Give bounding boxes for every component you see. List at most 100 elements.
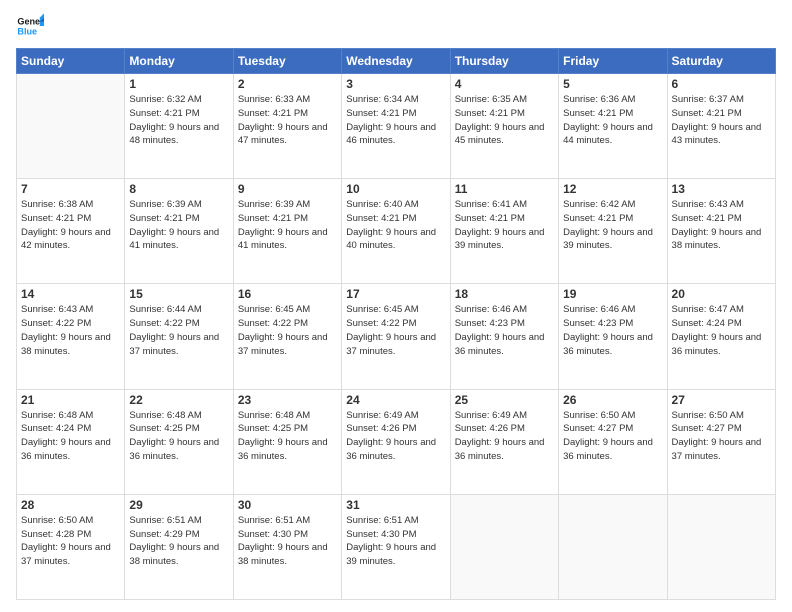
day-number: 8 [129,182,228,196]
calendar-cell: 13 Sunrise: 6:43 AM Sunset: 4:21 PM Dayli… [667,179,775,284]
day-info: Sunrise: 6:41 AM Sunset: 4:21 PM Dayligh… [455,198,554,253]
day-info: Sunrise: 6:39 AM Sunset: 4:21 PM Dayligh… [129,198,228,253]
day-info: Sunrise: 6:42 AM Sunset: 4:21 PM Dayligh… [563,198,662,253]
calendar-cell: 20 Sunrise: 6:47 AM Sunset: 4:24 PM Dayli… [667,284,775,389]
day-info: Sunrise: 6:38 AM Sunset: 4:21 PM Dayligh… [21,198,120,253]
calendar-table: SundayMondayTuesdayWednesdayThursdayFrid… [16,48,776,600]
day-of-week-header: Wednesday [342,49,450,74]
calendar-cell: 11 Sunrise: 6:41 AM Sunset: 4:21 PM Dayli… [450,179,558,284]
calendar-cell: 18 Sunrise: 6:46 AM Sunset: 4:23 PM Dayli… [450,284,558,389]
day-info: Sunrise: 6:44 AM Sunset: 4:22 PM Dayligh… [129,303,228,358]
header: General Blue [16,12,776,40]
calendar-cell: 4 Sunrise: 6:35 AM Sunset: 4:21 PM Daylig… [450,74,558,179]
day-number: 3 [346,77,445,91]
day-number: 18 [455,287,554,301]
day-number: 27 [672,393,771,407]
day-info: Sunrise: 6:51 AM Sunset: 4:30 PM Dayligh… [238,514,337,569]
day-info: Sunrise: 6:43 AM Sunset: 4:21 PM Dayligh… [672,198,771,253]
calendar-cell: 31 Sunrise: 6:51 AM Sunset: 4:30 PM Dayli… [342,494,450,599]
day-number: 9 [238,182,337,196]
day-of-week-header: Thursday [450,49,558,74]
day-number: 15 [129,287,228,301]
day-info: Sunrise: 6:50 AM Sunset: 4:27 PM Dayligh… [672,409,771,464]
day-info: Sunrise: 6:47 AM Sunset: 4:24 PM Dayligh… [672,303,771,358]
day-number: 21 [21,393,120,407]
day-info: Sunrise: 6:50 AM Sunset: 4:27 PM Dayligh… [563,409,662,464]
calendar-cell: 19 Sunrise: 6:46 AM Sunset: 4:23 PM Dayli… [559,284,667,389]
day-number: 22 [129,393,228,407]
day-info: Sunrise: 6:32 AM Sunset: 4:21 PM Dayligh… [129,93,228,148]
calendar-cell [559,494,667,599]
day-number: 25 [455,393,554,407]
calendar-cell: 16 Sunrise: 6:45 AM Sunset: 4:22 PM Dayli… [233,284,341,389]
day-info: Sunrise: 6:45 AM Sunset: 4:22 PM Dayligh… [346,303,445,358]
day-number: 28 [21,498,120,512]
day-info: Sunrise: 6:48 AM Sunset: 4:24 PM Dayligh… [21,409,120,464]
calendar-cell: 29 Sunrise: 6:51 AM Sunset: 4:29 PM Dayli… [125,494,233,599]
day-info: Sunrise: 6:46 AM Sunset: 4:23 PM Dayligh… [563,303,662,358]
calendar-week-row: 28 Sunrise: 6:50 AM Sunset: 4:28 PM Dayli… [17,494,776,599]
calendar-cell: 28 Sunrise: 6:50 AM Sunset: 4:28 PM Dayli… [17,494,125,599]
day-number: 4 [455,77,554,91]
day-info: Sunrise: 6:34 AM Sunset: 4:21 PM Dayligh… [346,93,445,148]
day-number: 29 [129,498,228,512]
calendar-cell: 26 Sunrise: 6:50 AM Sunset: 4:27 PM Dayli… [559,389,667,494]
calendar-cell [17,74,125,179]
calendar-cell: 25 Sunrise: 6:49 AM Sunset: 4:26 PM Dayli… [450,389,558,494]
calendar-cell: 10 Sunrise: 6:40 AM Sunset: 4:21 PM Dayli… [342,179,450,284]
day-info: Sunrise: 6:36 AM Sunset: 4:21 PM Dayligh… [563,93,662,148]
day-info: Sunrise: 6:37 AM Sunset: 4:21 PM Dayligh… [672,93,771,148]
day-of-week-header: Sunday [17,49,125,74]
day-number: 24 [346,393,445,407]
calendar-cell: 22Sunrise: 6:48 AM Sunset: 4:25 PM Dayli… [125,389,233,494]
calendar-cell: 8 Sunrise: 6:39 AM Sunset: 4:21 PM Daylig… [125,179,233,284]
day-number: 12 [563,182,662,196]
day-number: 10 [346,182,445,196]
calendar-week-row: 14 Sunrise: 6:43 AM Sunset: 4:22 PM Dayli… [17,284,776,389]
day-number: 20 [672,287,771,301]
calendar-cell [667,494,775,599]
calendar-cell: 17 Sunrise: 6:45 AM Sunset: 4:22 PM Dayli… [342,284,450,389]
day-number: 1 [129,77,228,91]
day-number: 30 [238,498,337,512]
day-info: Sunrise: 6:48 AM Sunset: 4:25 PM Dayligh… [238,409,337,464]
calendar-cell: 27 Sunrise: 6:50 AM Sunset: 4:27 PM Dayli… [667,389,775,494]
day-number: 31 [346,498,445,512]
day-info: Sunrise: 6:43 AM Sunset: 4:22 PM Dayligh… [21,303,120,358]
day-of-week-header: Tuesday [233,49,341,74]
calendar-cell [450,494,558,599]
day-info: Sunrise: 6:51 AM Sunset: 4:29 PM Dayligh… [129,514,228,569]
calendar-cell: 5Sunrise: 6:36 AM Sunset: 4:21 PM Daylig… [559,74,667,179]
day-info: Sunrise: 6:50 AM Sunset: 4:28 PM Dayligh… [21,514,120,569]
day-number: 2 [238,77,337,91]
logo-icon: General Blue [16,12,44,40]
calendar-cell: 15 Sunrise: 6:44 AM Sunset: 4:22 PM Dayli… [125,284,233,389]
calendar-week-row: 7 Sunrise: 6:38 AM Sunset: 4:21 PM Daylig… [17,179,776,284]
page: General Blue SundayMondayTuesdayWednesda… [0,0,792,612]
day-number: 14 [21,287,120,301]
calendar-cell: 6 Sunrise: 6:37 AM Sunset: 4:21 PM Daylig… [667,74,775,179]
day-info: Sunrise: 6:51 AM Sunset: 4:30 PM Dayligh… [346,514,445,569]
day-number: 7 [21,182,120,196]
day-number: 19 [563,287,662,301]
day-info: Sunrise: 6:46 AM Sunset: 4:23 PM Dayligh… [455,303,554,358]
day-number: 13 [672,182,771,196]
day-number: 6 [672,77,771,91]
calendar-week-row: 1 Sunrise: 6:32 AM Sunset: 4:21 PM Daylig… [17,74,776,179]
calendar-cell: 7 Sunrise: 6:38 AM Sunset: 4:21 PM Daylig… [17,179,125,284]
calendar-cell: 12 Sunrise: 6:42 AM Sunset: 4:21 PM Dayli… [559,179,667,284]
day-number: 17 [346,287,445,301]
day-info: Sunrise: 6:40 AM Sunset: 4:21 PM Dayligh… [346,198,445,253]
day-info: Sunrise: 6:35 AM Sunset: 4:21 PM Dayligh… [455,93,554,148]
day-info: Sunrise: 6:49 AM Sunset: 4:26 PM Dayligh… [346,409,445,464]
day-number: 26 [563,393,662,407]
day-info: Sunrise: 6:45 AM Sunset: 4:22 PM Dayligh… [238,303,337,358]
day-number: 11 [455,182,554,196]
day-info: Sunrise: 6:49 AM Sunset: 4:26 PM Dayligh… [455,409,554,464]
calendar-cell: 23Sunrise: 6:48 AM Sunset: 4:25 PM Dayli… [233,389,341,494]
day-of-week-header: Friday [559,49,667,74]
day-of-week-header: Saturday [667,49,775,74]
day-number: 16 [238,287,337,301]
calendar-cell: 1 Sunrise: 6:32 AM Sunset: 4:21 PM Daylig… [125,74,233,179]
day-info: Sunrise: 6:33 AM Sunset: 4:21 PM Dayligh… [238,93,337,148]
